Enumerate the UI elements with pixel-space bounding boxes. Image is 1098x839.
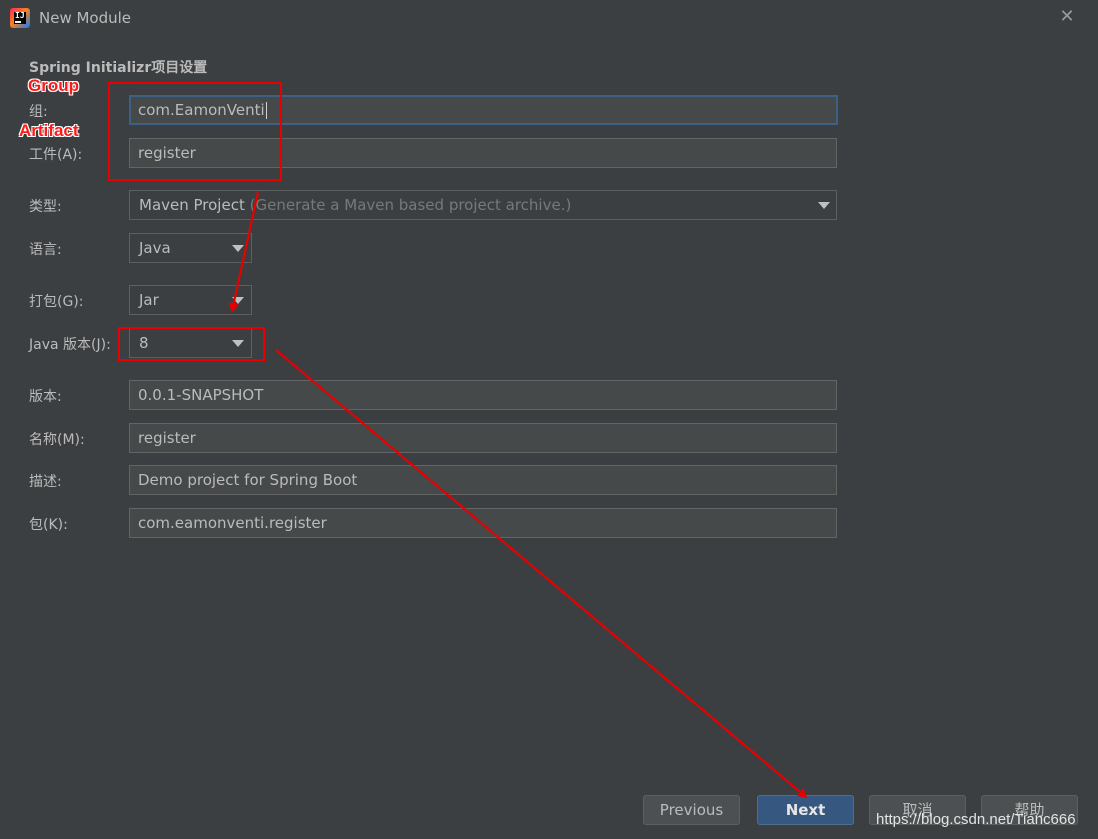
annotation-arrow-to-java-version bbox=[228, 191, 260, 313]
annotation-arrows bbox=[228, 191, 808, 799]
annotation-arrow-to-next bbox=[275, 349, 808, 799]
watermark: https://blog.csdn.net/Tianc666 bbox=[876, 811, 1076, 828]
